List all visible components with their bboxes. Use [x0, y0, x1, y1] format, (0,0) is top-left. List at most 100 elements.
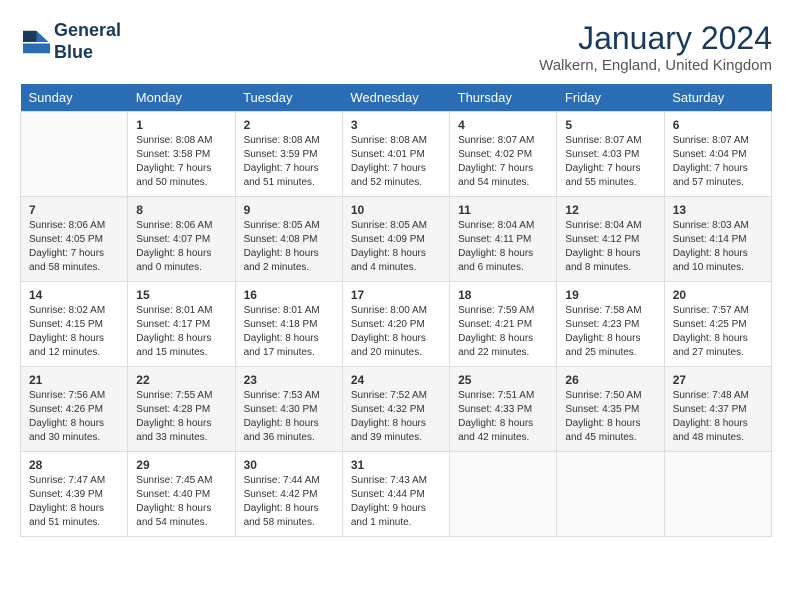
day-info: Sunrise: 8:07 AMSunset: 4:04 PMDaylight:…: [673, 135, 749, 188]
day-info: Sunrise: 8:04 AMSunset: 4:12 PMDaylight:…: [565, 220, 641, 273]
day-number: 5: [565, 118, 655, 132]
day-info: Sunrise: 8:06 AMSunset: 4:05 PMDaylight:…: [29, 220, 105, 273]
day-info: Sunrise: 7:52 AMSunset: 4:32 PMDaylight:…: [351, 390, 427, 443]
day-info: Sunrise: 7:53 AMSunset: 4:30 PMDaylight:…: [244, 390, 320, 443]
day-number: 3: [351, 118, 441, 132]
day-number: 23: [244, 373, 334, 387]
cell-w1-d4: 4 Sunrise: 8:07 AMSunset: 4:02 PMDayligh…: [450, 112, 557, 197]
header-friday: Friday: [557, 84, 664, 112]
day-info: Sunrise: 8:03 AMSunset: 4:14 PMDaylight:…: [673, 220, 749, 273]
week-row-2: 7 Sunrise: 8:06 AMSunset: 4:05 PMDayligh…: [21, 197, 772, 282]
cell-w4-d1: 22 Sunrise: 7:55 AMSunset: 4:28 PMDaylig…: [128, 367, 235, 452]
day-number: 16: [244, 288, 334, 302]
header-tuesday: Tuesday: [235, 84, 342, 112]
day-info: Sunrise: 7:57 AMSunset: 4:25 PMDaylight:…: [673, 305, 749, 358]
day-info: Sunrise: 8:01 AMSunset: 4:18 PMDaylight:…: [244, 305, 320, 358]
header-saturday: Saturday: [664, 84, 771, 112]
header-wednesday: Wednesday: [342, 84, 449, 112]
cell-w5-d0: 28 Sunrise: 7:47 AMSunset: 4:39 PMDaylig…: [21, 452, 128, 537]
day-info: Sunrise: 8:06 AMSunset: 4:07 PMDaylight:…: [136, 220, 212, 273]
cell-w2-d4: 11 Sunrise: 8:04 AMSunset: 4:11 PMDaylig…: [450, 197, 557, 282]
cell-w1-d6: 6 Sunrise: 8:07 AMSunset: 4:04 PMDayligh…: [664, 112, 771, 197]
day-info: Sunrise: 8:05 AMSunset: 4:08 PMDaylight:…: [244, 220, 320, 273]
cell-w5-d2: 30 Sunrise: 7:44 AMSunset: 4:42 PMDaylig…: [235, 452, 342, 537]
day-number: 14: [29, 288, 119, 302]
day-number: 7: [29, 203, 119, 217]
day-info: Sunrise: 7:45 AMSunset: 4:40 PMDaylight:…: [136, 475, 212, 528]
cell-w3-d0: 14 Sunrise: 8:02 AMSunset: 4:15 PMDaylig…: [21, 282, 128, 367]
cell-w4-d0: 21 Sunrise: 7:56 AMSunset: 4:26 PMDaylig…: [21, 367, 128, 452]
day-number: 28: [29, 458, 119, 472]
cell-w2-d6: 13 Sunrise: 8:03 AMSunset: 4:14 PMDaylig…: [664, 197, 771, 282]
cell-w4-d6: 27 Sunrise: 7:48 AMSunset: 4:37 PMDaylig…: [664, 367, 771, 452]
day-number: 1: [136, 118, 226, 132]
logo-line1: General: [54, 20, 121, 40]
header-monday: Monday: [128, 84, 235, 112]
day-number: 31: [351, 458, 441, 472]
day-number: 30: [244, 458, 334, 472]
day-number: 25: [458, 373, 548, 387]
week-row-4: 21 Sunrise: 7:56 AMSunset: 4:26 PMDaylig…: [21, 367, 772, 452]
cell-w1-d0: [21, 112, 128, 197]
day-number: 11: [458, 203, 548, 217]
calendar-table: SundayMondayTuesdayWednesdayThursdayFrid…: [20, 84, 772, 537]
day-info: Sunrise: 8:07 AMSunset: 4:02 PMDaylight:…: [458, 135, 534, 188]
day-info: Sunrise: 7:51 AMSunset: 4:33 PMDaylight:…: [458, 390, 534, 443]
day-info: Sunrise: 8:00 AMSunset: 4:20 PMDaylight:…: [351, 305, 427, 358]
cell-w4-d3: 24 Sunrise: 7:52 AMSunset: 4:32 PMDaylig…: [342, 367, 449, 452]
cell-w3-d1: 15 Sunrise: 8:01 AMSunset: 4:17 PMDaylig…: [128, 282, 235, 367]
day-number: 27: [673, 373, 763, 387]
day-info: Sunrise: 8:08 AMSunset: 4:01 PMDaylight:…: [351, 135, 427, 188]
cell-w3-d4: 18 Sunrise: 7:59 AMSunset: 4:21 PMDaylig…: [450, 282, 557, 367]
day-number: 24: [351, 373, 441, 387]
day-info: Sunrise: 7:43 AMSunset: 4:44 PMDaylight:…: [351, 475, 427, 528]
day-number: 19: [565, 288, 655, 302]
day-number: 26: [565, 373, 655, 387]
header-row: SundayMondayTuesdayWednesdayThursdayFrid…: [21, 84, 772, 112]
calendar-header: SundayMondayTuesdayWednesdayThursdayFrid…: [21, 84, 772, 112]
month-title: January 2024: [539, 20, 772, 57]
day-number: 6: [673, 118, 763, 132]
day-info: Sunrise: 8:04 AMSunset: 4:11 PMDaylight:…: [458, 220, 534, 273]
day-info: Sunrise: 7:48 AMSunset: 4:37 PMDaylight:…: [673, 390, 749, 443]
cell-w2-d3: 10 Sunrise: 8:05 AMSunset: 4:09 PMDaylig…: [342, 197, 449, 282]
day-info: Sunrise: 8:08 AMSunset: 3:58 PMDaylight:…: [136, 135, 212, 188]
logo: General Blue: [20, 20, 121, 63]
cell-w2-d0: 7 Sunrise: 8:06 AMSunset: 4:05 PMDayligh…: [21, 197, 128, 282]
cell-w5-d4: [450, 452, 557, 537]
day-number: 29: [136, 458, 226, 472]
cell-w5-d6: [664, 452, 771, 537]
day-info: Sunrise: 7:47 AMSunset: 4:39 PMDaylight:…: [29, 475, 105, 528]
title-block: January 2024 Walkern, England, United Ki…: [539, 20, 772, 74]
day-number: 2: [244, 118, 334, 132]
cell-w4-d4: 25 Sunrise: 7:51 AMSunset: 4:33 PMDaylig…: [450, 367, 557, 452]
day-info: Sunrise: 8:05 AMSunset: 4:09 PMDaylight:…: [351, 220, 427, 273]
location: Walkern, England, United Kingdom: [539, 57, 772, 74]
page-header: General Blue January 2024 Walkern, Engla…: [20, 20, 772, 74]
day-number: 15: [136, 288, 226, 302]
day-number: 18: [458, 288, 548, 302]
week-row-3: 14 Sunrise: 8:02 AMSunset: 4:15 PMDaylig…: [21, 282, 772, 367]
cell-w3-d6: 20 Sunrise: 7:57 AMSunset: 4:25 PMDaylig…: [664, 282, 771, 367]
day-info: Sunrise: 7:44 AMSunset: 4:42 PMDaylight:…: [244, 475, 320, 528]
cell-w5-d1: 29 Sunrise: 7:45 AMSunset: 4:40 PMDaylig…: [128, 452, 235, 537]
cell-w2-d1: 8 Sunrise: 8:06 AMSunset: 4:07 PMDayligh…: [128, 197, 235, 282]
cell-w2-d2: 9 Sunrise: 8:05 AMSunset: 4:08 PMDayligh…: [235, 197, 342, 282]
cell-w3-d3: 17 Sunrise: 8:00 AMSunset: 4:20 PMDaylig…: [342, 282, 449, 367]
day-info: Sunrise: 8:07 AMSunset: 4:03 PMDaylight:…: [565, 135, 641, 188]
cell-w1-d5: 5 Sunrise: 8:07 AMSunset: 4:03 PMDayligh…: [557, 112, 664, 197]
calendar-body: 1 Sunrise: 8:08 AMSunset: 3:58 PMDayligh…: [21, 112, 772, 537]
day-number: 22: [136, 373, 226, 387]
cell-w1-d3: 3 Sunrise: 8:08 AMSunset: 4:01 PMDayligh…: [342, 112, 449, 197]
day-number: 4: [458, 118, 548, 132]
day-info: Sunrise: 7:56 AMSunset: 4:26 PMDaylight:…: [29, 390, 105, 443]
day-info: Sunrise: 8:08 AMSunset: 3:59 PMDaylight:…: [244, 135, 320, 188]
day-number: 8: [136, 203, 226, 217]
week-row-5: 28 Sunrise: 7:47 AMSunset: 4:39 PMDaylig…: [21, 452, 772, 537]
day-number: 13: [673, 203, 763, 217]
cell-w2-d5: 12 Sunrise: 8:04 AMSunset: 4:12 PMDaylig…: [557, 197, 664, 282]
day-number: 9: [244, 203, 334, 217]
day-info: Sunrise: 7:55 AMSunset: 4:28 PMDaylight:…: [136, 390, 212, 443]
header-sunday: Sunday: [21, 84, 128, 112]
day-info: Sunrise: 7:59 AMSunset: 4:21 PMDaylight:…: [458, 305, 534, 358]
